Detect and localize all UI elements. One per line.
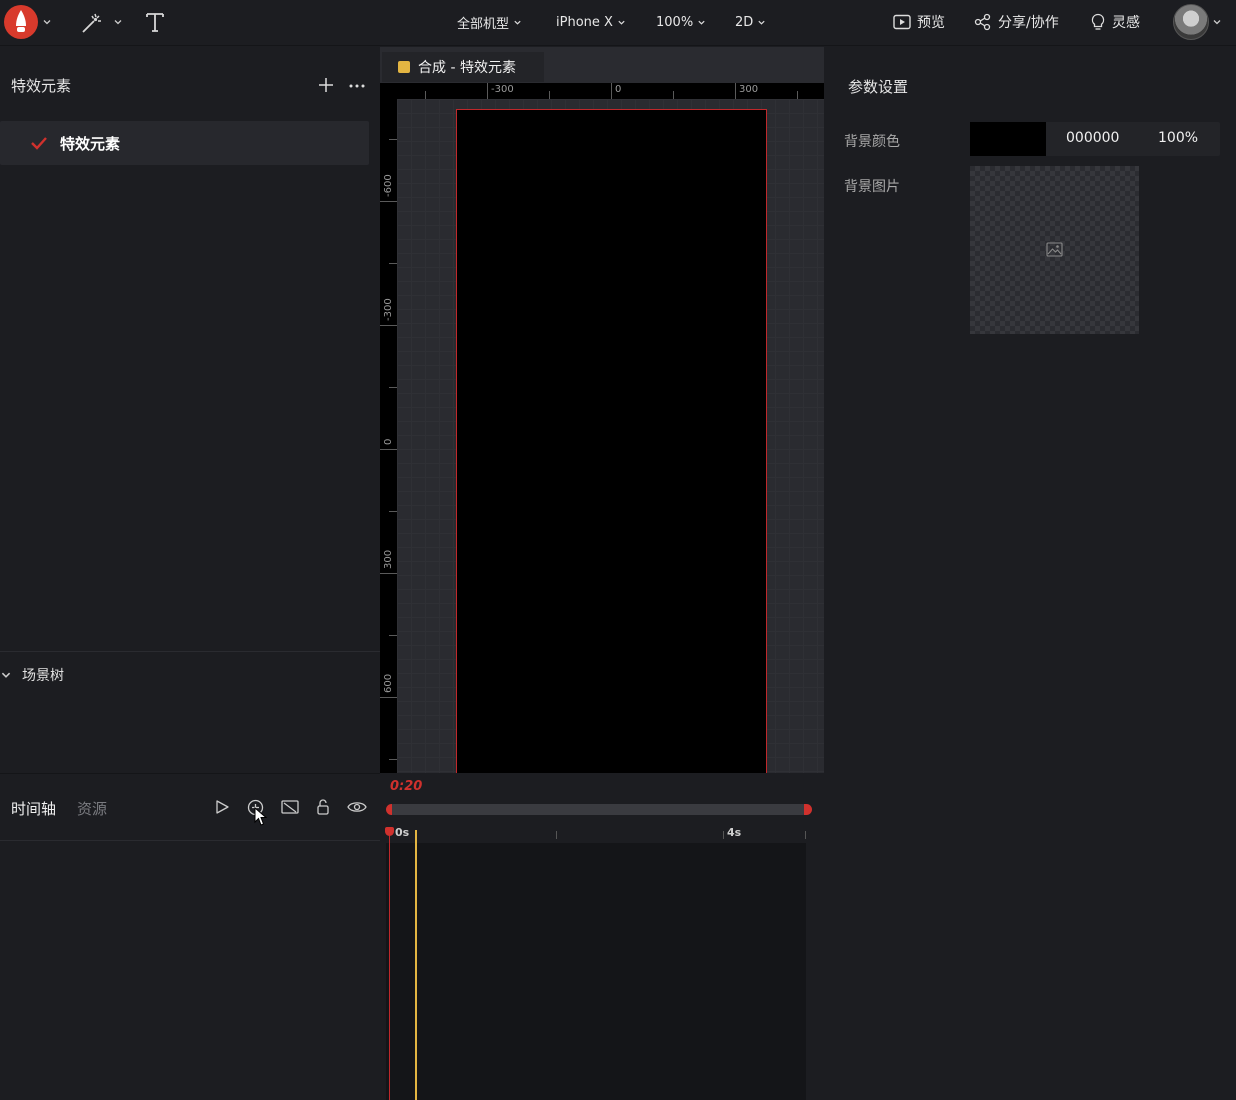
canvas-area: 合成 - 特效元素 -300 0 300 -600 -300 0 300 600 (380, 47, 824, 773)
chevron-down-icon (1, 672, 11, 678)
timeline-tracks[interactable] (386, 843, 806, 1100)
top-toolbar: 全部机型 iPhone X 100% 2D 预览 分享/协作 灵感 (0, 0, 1236, 46)
tab-timeline[interactable]: 时间轴 (11, 798, 56, 819)
ruler-label: 300 (383, 549, 394, 569)
mouse-cursor-icon (254, 806, 268, 831)
device-category-dropdown[interactable]: 全部机型 (457, 12, 522, 32)
playhead-handle[interactable] (385, 827, 394, 836)
bg-color-label: 背景颜色 (844, 134, 900, 150)
tab-assets[interactable]: 资源 (77, 798, 107, 819)
lock-icon[interactable] (316, 798, 330, 816)
timeline-track-area: 0:20 0s 4s (380, 773, 824, 1100)
mask-icon[interactable] (281, 799, 299, 815)
composition-icon (398, 61, 410, 73)
effects-panel-title: 特效元素 (11, 77, 72, 95)
view-mode-dropdown[interactable]: 2D (735, 12, 766, 32)
share-icon (974, 13, 991, 31)
scene-tree-header[interactable]: 场景树 (0, 665, 64, 685)
layer-item[interactable]: 特效元素 (0, 121, 369, 165)
ruler-label: 300 (739, 84, 759, 95)
bg-image-label: 背景图片 (844, 179, 900, 195)
preview-button[interactable]: 预览 (893, 12, 945, 32)
eye-icon[interactable] (347, 800, 367, 814)
ruler-label: 0 (615, 84, 622, 95)
effects-panel: 特效元素 特效元素 场景树 (0, 47, 380, 773)
app-logo-icon[interactable] (4, 5, 38, 39)
current-time-readout: 0:20 (390, 779, 423, 794)
device-screen-frame[interactable] (456, 109, 767, 773)
tab-composition[interactable]: 合成 - 特效元素 (382, 52, 544, 82)
play-icon[interactable] (214, 799, 230, 815)
timeline-panel: 时间轴 资源 (0, 773, 380, 1100)
layer-label: 特效元素 (60, 135, 121, 153)
inspiration-label: 灵感 (1112, 15, 1140, 31)
vertical-ruler: -600 -300 0 300 600 (380, 99, 397, 773)
timeline-tick (805, 831, 806, 839)
checkmark-icon[interactable] (30, 135, 48, 155)
device-model-dropdown[interactable]: iPhone X (556, 12, 626, 32)
color-alpha-input[interactable]: 100% (1158, 130, 1198, 146)
image-placeholder-icon (1046, 242, 1063, 257)
device-model-label: iPhone X (556, 14, 613, 30)
magic-wand-icon[interactable] (80, 11, 104, 35)
ruler-corner (380, 83, 397, 99)
color-hex-input[interactable]: 000000 (1066, 130, 1119, 146)
share-label: 分享/协作 (998, 15, 1059, 31)
chevron-down-icon (514, 20, 521, 25)
horizontal-ruler: -300 0 300 (380, 83, 824, 99)
logo-chevron-down-icon[interactable] (42, 17, 52, 27)
timeline-scrollbar[interactable] (388, 804, 808, 815)
avatar-chevron-down-icon[interactable] (1212, 17, 1222, 27)
properties-panel: 参数设置 背景颜色 000000 100% 背景图片 (824, 47, 1236, 1100)
view-mode-label: 2D (735, 14, 754, 30)
scrollbar-start-handle[interactable] (386, 804, 392, 815)
scrollbar-end-handle[interactable] (804, 804, 812, 815)
color-swatch[interactable] (970, 122, 1046, 156)
share-button[interactable]: 分享/协作 (974, 12, 1059, 32)
bg-image-upload[interactable] (970, 166, 1139, 334)
wand-chevron-down-icon[interactable] (113, 17, 123, 27)
lightbulb-icon (1091, 13, 1105, 30)
time-cursor-line (415, 830, 417, 1100)
chevron-down-icon (698, 20, 705, 25)
device-category-label: 全部机型 (457, 16, 510, 32)
bg-color-field[interactable]: 000000 100% (970, 122, 1220, 156)
chevron-down-icon (758, 20, 765, 25)
chevron-down-icon (618, 20, 625, 25)
ruler-label: -600 (383, 174, 394, 197)
text-tool-icon[interactable] (144, 11, 166, 33)
scene-tree-label: 场景树 (22, 668, 64, 684)
add-icon[interactable] (318, 77, 334, 97)
timeline-tick-label: 4s (727, 826, 742, 839)
preview-icon (893, 14, 911, 30)
timeline-tick (723, 831, 724, 839)
ruler-label: -300 (491, 84, 514, 95)
zoom-label: 100% (656, 14, 694, 30)
user-avatar[interactable] (1173, 4, 1209, 40)
ruler-label: -300 (383, 298, 394, 321)
zoom-dropdown[interactable]: 100% (656, 12, 706, 32)
ruler-label: 600 (383, 673, 394, 693)
timeline-tick (556, 831, 557, 839)
preview-label: 预览 (917, 15, 945, 31)
timeline-divider (0, 840, 380, 841)
ruler-label: 0 (383, 438, 394, 445)
more-options-icon[interactable] (348, 78, 366, 98)
inspiration-button[interactable]: 灵感 (1090, 12, 1140, 32)
playhead[interactable] (389, 829, 390, 1100)
timeline-tick-label: 0s (395, 826, 410, 839)
tab-composition-label: 合成 - 特效元素 (418, 60, 516, 76)
properties-title: 参数设置 (848, 78, 909, 96)
panel-divider (0, 651, 380, 652)
